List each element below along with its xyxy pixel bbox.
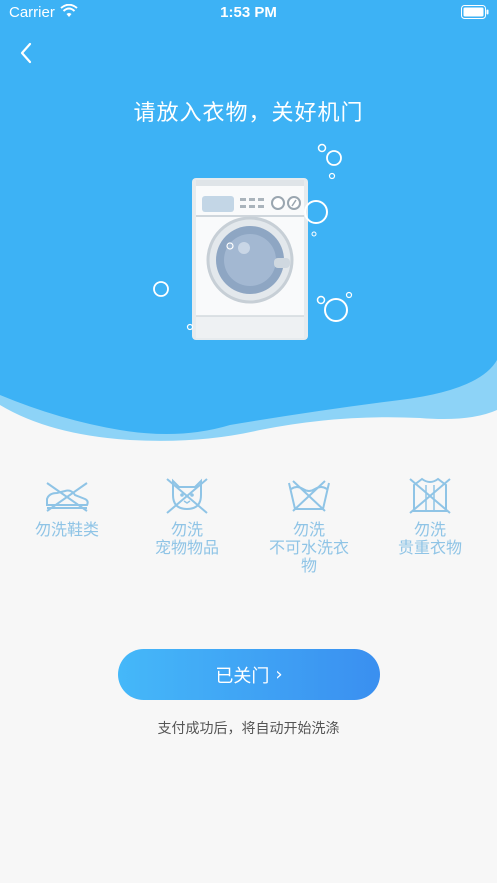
- battery-icon: [461, 5, 489, 19]
- chevron-right-icon: ›: [275, 664, 283, 685]
- payment-hint: 支付成功后，将自动开始洗涤: [157, 721, 340, 737]
- washing-warnings: 勿洗鞋类 勿洗 宠物物品 勿洗 不可水洗衣 物 勿洗 贵重衣物: [0, 475, 497, 595]
- status-time: 1:53 PM: [220, 4, 277, 21]
- warning-label: 勿洗 不可水洗衣 物: [268, 520, 349, 575]
- warning-label: 勿洗 贵重衣物: [397, 520, 462, 557]
- no-valuable-clothes-icon: [409, 477, 451, 514]
- warning-item-valuables: 勿洗 贵重衣物: [368, 475, 492, 557]
- no-shoes-icon: [46, 482, 89, 512]
- page-title: 请放入衣物，关好机门: [133, 101, 364, 126]
- back-button[interactable]: [12, 38, 42, 68]
- status-bar: Carrier 1:53 PM: [0, 0, 497, 26]
- door-closed-button[interactable]: 已关门 ›: [118, 649, 380, 700]
- chevron-left-icon: [20, 42, 32, 64]
- no-pet-items-icon: [166, 478, 208, 514]
- wave-divider: [0, 360, 497, 460]
- door-closed-label: 已关门: [215, 665, 270, 687]
- no-water-wash-icon: [288, 480, 330, 512]
- washing-machine-illustration: [153, 143, 353, 340]
- warning-item-pet: 勿洗 宠物物品: [125, 475, 249, 557]
- warning-item-no-water-wash: 勿洗 不可水洗衣 物: [247, 475, 371, 575]
- warning-label: 勿洗 宠物物品: [154, 520, 219, 557]
- warning-item-shoes: 勿洗鞋类: [5, 475, 129, 539]
- warning-label: 勿洗鞋类: [34, 520, 99, 539]
